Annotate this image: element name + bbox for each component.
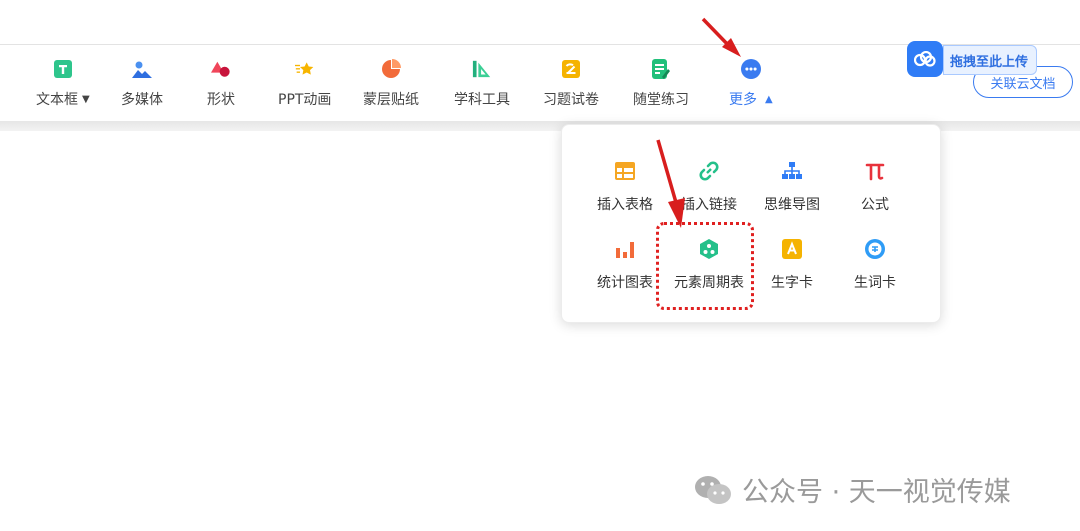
menu-item-label: 统计图表	[597, 275, 653, 291]
watermark: 公众号 · 天一视觉传媒	[694, 470, 1011, 509]
menu-item-label: 生字卡	[771, 275, 813, 291]
menu-item-formula[interactable]: 公式	[833, 160, 917, 214]
drag-upload-badge[interactable]: 拖拽至此上传	[907, 41, 1038, 77]
toolbar-item-textbox[interactable]: 文本框 ▼	[36, 59, 90, 115]
periodic-table-highlight-box	[656, 222, 754, 310]
multimedia-icon	[132, 59, 152, 79]
toolbar-label: 习题试卷	[543, 92, 599, 108]
mind-map-icon	[781, 160, 803, 182]
statistics-chart-icon	[614, 238, 636, 260]
toolbar-label: 蒙层贴纸	[363, 92, 419, 108]
menu-item-mind-map[interactable]: 思维导图	[750, 160, 834, 214]
subject-tools-icon	[472, 59, 492, 79]
toolbar-item-more[interactable]: 更多 ▲	[729, 59, 773, 115]
shape-icon	[211, 59, 231, 79]
exercise-paper-icon	[561, 59, 581, 79]
red-arrow-periodic-icon	[656, 139, 685, 228]
menu-item-word-card[interactable]: 生词卡	[833, 238, 917, 292]
formula-icon	[864, 160, 886, 182]
menu-item-label: 公式	[861, 197, 889, 213]
menu-item-char-card[interactable]: 生字卡	[750, 238, 834, 292]
char-card-icon	[781, 238, 803, 260]
insert-table-icon	[614, 160, 636, 182]
insert-link-icon	[698, 160, 720, 182]
toolbar-label: 多媒体	[121, 92, 163, 108]
drag-upload-tooltip: 拖拽至此上传	[943, 45, 1038, 75]
toolbar-label: 学科工具	[454, 92, 510, 108]
toolbar-item-multimedia[interactable]: 多媒体	[121, 59, 163, 115]
toolbar-item-shape[interactable]: 形状	[207, 59, 235, 115]
menu-item-label: 生词卡	[854, 275, 896, 291]
mask-sticker-icon	[381, 59, 401, 79]
toolbar-label: 文本框	[36, 92, 78, 108]
red-arrow-more-icon	[701, 17, 741, 57]
toolbar-item-ppt-animation[interactable]: PPT动画	[278, 59, 331, 115]
toolbar-label: 随堂练习	[633, 92, 689, 108]
class-practice-icon	[651, 59, 671, 79]
chevron-up-icon: ▲	[765, 93, 773, 105]
cloud-upload-icon	[907, 41, 943, 77]
toolbar-label: 形状	[207, 92, 235, 108]
menu-item-statistics-chart[interactable]: 统计图表	[583, 238, 667, 292]
ppt-animation-icon	[294, 59, 315, 79]
chevron-down-icon: ▼	[82, 93, 90, 105]
wechat-icon	[695, 475, 731, 504]
toolbar-item-subject-tools[interactable]: 学科工具	[454, 59, 510, 115]
word-card-icon	[864, 238, 886, 260]
toolbar-label: PPT动画	[278, 92, 332, 108]
toolbar-item-class-practice[interactable]: 随堂练习	[633, 59, 689, 115]
menu-item-label: 思维导图	[764, 197, 820, 213]
toolbar-item-mask-sticker[interactable]: 蒙层贴纸	[363, 59, 419, 115]
toolbar-label: 更多	[729, 92, 757, 108]
more-icon	[740, 59, 761, 79]
textbox-icon	[53, 59, 73, 79]
watermark-text: 公众号 · 天一视觉传媒	[742, 477, 1011, 508]
toolbar-item-exercise-paper[interactable]: 习题试卷	[543, 59, 599, 115]
menu-item-label: 插入表格	[597, 197, 653, 213]
